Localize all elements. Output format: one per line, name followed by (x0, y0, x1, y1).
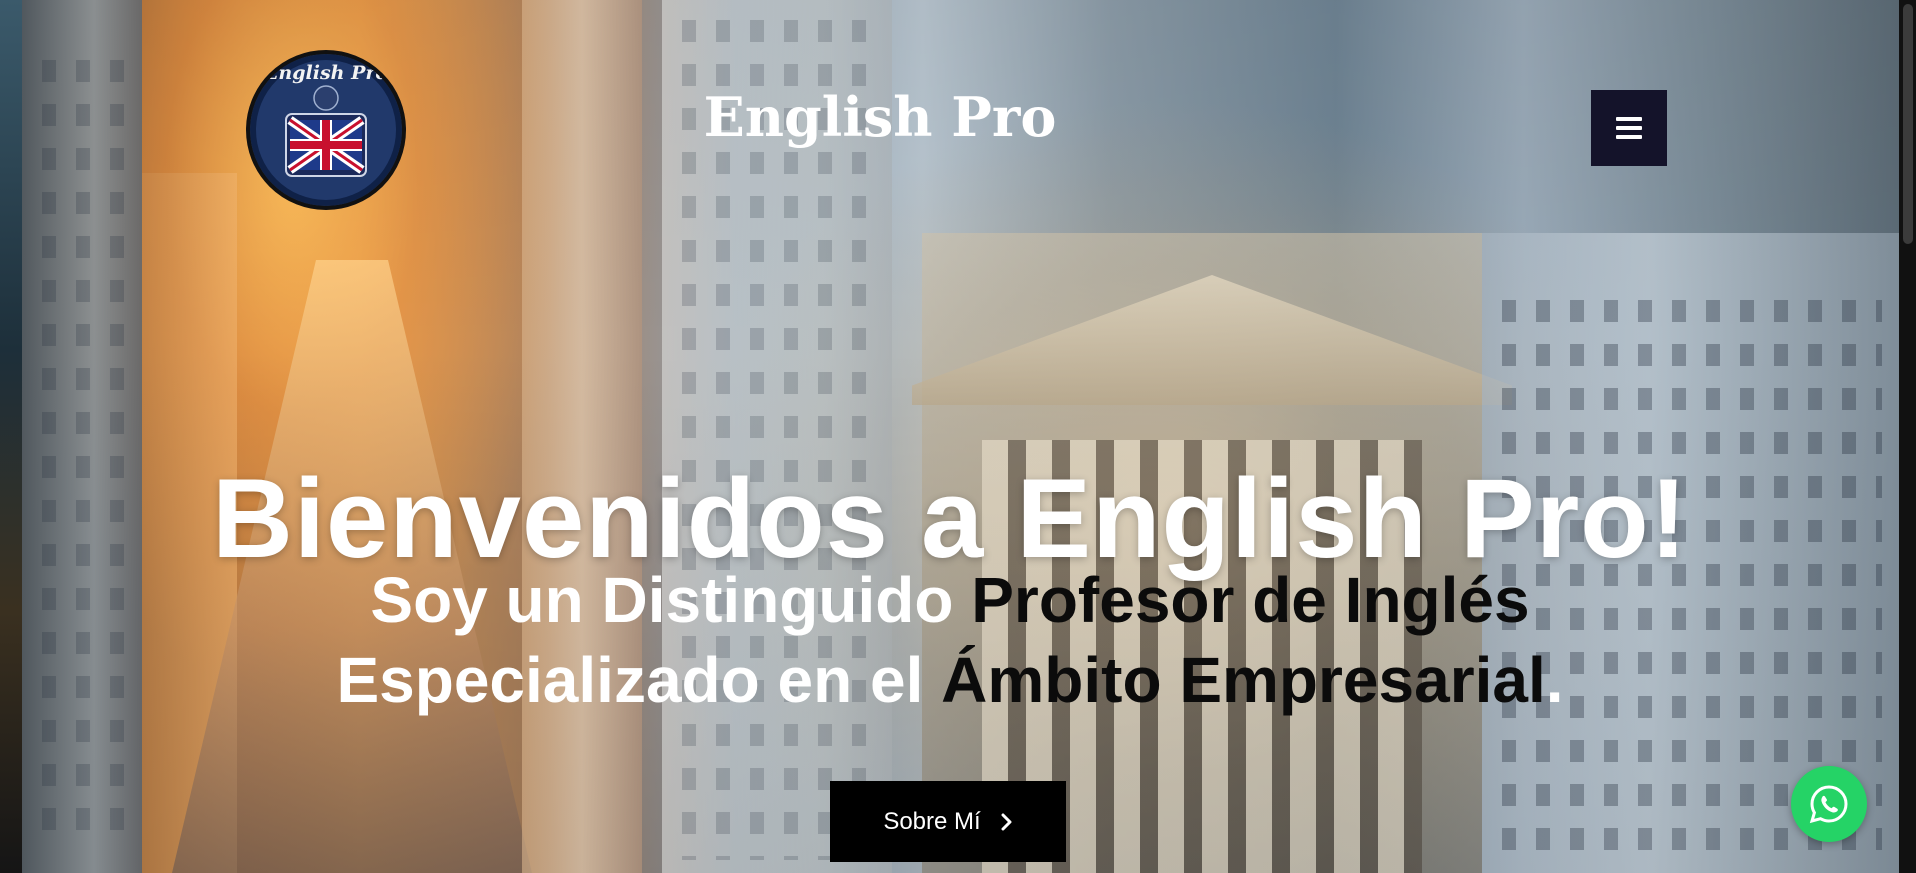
background-building (522, 0, 642, 873)
subtitle-highlight: Profesor de Inglés (971, 564, 1530, 636)
hero-subtitle: Soy un Distinguido Profesor de Inglés Es… (250, 560, 1650, 720)
subtitle-text: . (1545, 644, 1564, 716)
scrollbar-thumb[interactable] (1903, 4, 1913, 244)
hamburger-icon (1616, 117, 1642, 139)
left-frame (0, 0, 22, 873)
subtitle-text: Especializado en el (336, 644, 942, 716)
about-me-label: Sobre Mí (883, 807, 981, 835)
page-scrollbar[interactable] (1899, 0, 1916, 873)
whatsapp-button[interactable] (1791, 766, 1867, 842)
site-logo[interactable]: English Pro (246, 50, 406, 210)
whatsapp-icon (1809, 785, 1848, 824)
menu-toggle-button[interactable] (1591, 90, 1667, 166)
subtitle-highlight: Ámbito Empresarial (941, 644, 1546, 716)
background-windows (42, 60, 132, 840)
about-me-button[interactable]: Sobre Mí (830, 781, 1066, 862)
subtitle-text: Soy un Distinguido (370, 564, 972, 636)
site-title[interactable]: English Pro (690, 90, 1070, 144)
logo-text: English Pro (263, 62, 389, 84)
chevron-right-icon (1001, 813, 1012, 830)
hero-title: Bienvenidos a English Pro! (211, 456, 1689, 582)
